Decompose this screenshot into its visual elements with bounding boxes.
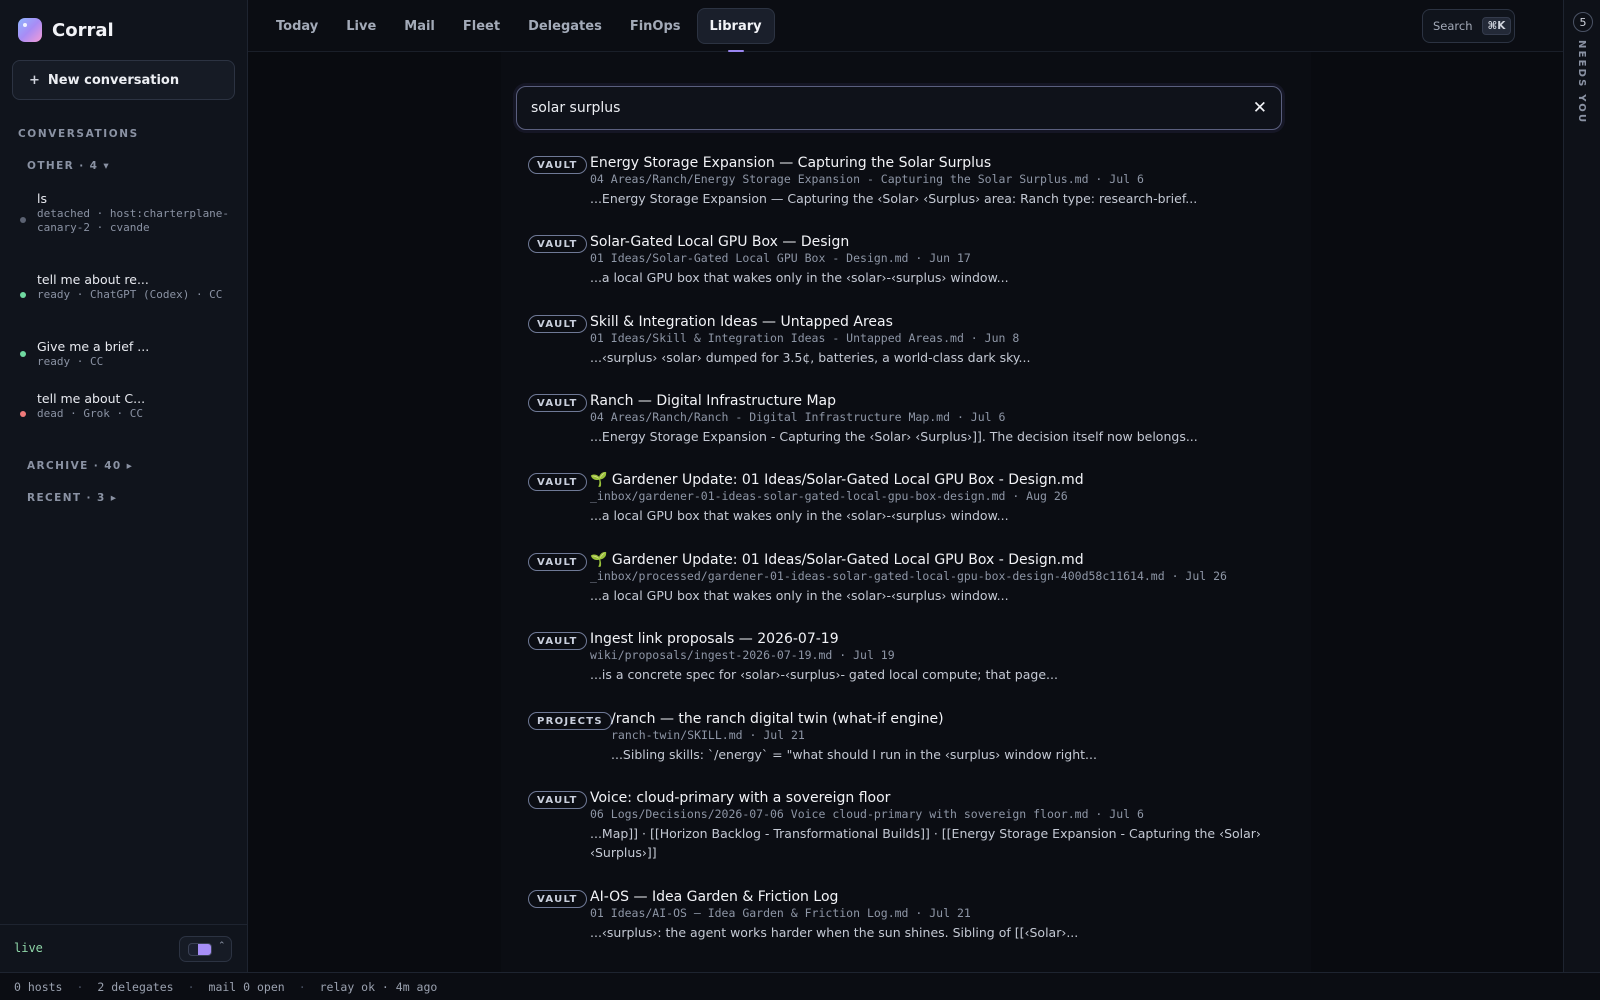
corral-logo-icon: [18, 18, 42, 42]
group-archive-toggle[interactable]: ARCHIVE · 40 ▸: [27, 460, 133, 472]
tab-fleet[interactable]: Fleet: [451, 8, 512, 44]
status-separator: ·: [298, 979, 306, 994]
plus-icon: +: [29, 72, 40, 88]
result-title: Ingest link proposals — 2026-07-19: [590, 631, 839, 647]
tab-mail[interactable]: Mail: [392, 8, 447, 44]
status-relay: relay ok · 4m ago: [319, 979, 438, 994]
status-dot: [20, 217, 26, 223]
result-path: 01 Ideas/Skill & Integration Ideas - Unt…: [590, 331, 1020, 345]
result-title: 🌱 Gardener Update: 01 Ideas/Solar-Gated …: [590, 472, 1084, 488]
result-snippet: ...Energy Storage Expansion — Capturing …: [590, 191, 1198, 206]
result-snippet: ...a local GPU box that wakes only in th…: [590, 588, 1009, 603]
search-label: Search: [1433, 19, 1473, 33]
result-path: 01 Ideas/Solar-Gated Local GPU Box - Des…: [590, 251, 971, 265]
result-path: _inbox/processed/gardener-01-ideas-solar…: [590, 569, 1227, 583]
tab-today[interactable]: Today: [264, 8, 330, 44]
result-snippet: ...is a concrete spec for ‹solar›-‹surpl…: [590, 667, 1058, 682]
result-title: Solar-Gated Local GPU Box — Design: [590, 234, 850, 250]
tab-bar: Today Live Mail Fleet Delegates FinOps L…: [264, 8, 775, 44]
status-hosts: 0 hosts: [14, 979, 63, 994]
needs-you-rail[interactable]: 5 NEEDS YOU: [1563, 0, 1600, 972]
result-snippet: ...a local GPU box that wakes only in th…: [590, 508, 1009, 523]
result-path: ranch-twin/SKILL.md · Jul 21: [611, 728, 805, 742]
conversation-meta: detached · host:charterplane-canary-2 · …: [37, 207, 230, 234]
library-main: ✕ VAULT Energy Storage Expansion — Captu…: [248, 52, 1563, 972]
conversation-title: tell me about re...: [37, 272, 149, 287]
caret-up-icon: ⌃: [218, 941, 226, 951]
brand[interactable]: Corral: [18, 18, 114, 42]
source-tag: VAULT: [528, 156, 587, 174]
toggle-track: [188, 943, 212, 956]
status-delegates: 2 delegates: [97, 979, 174, 994]
result-title: AI-OS — Idea Garden & Friction Log: [590, 889, 839, 905]
result-path: _inbox/gardener-01-ideas-solar-gated-loc…: [590, 489, 1068, 503]
result-path: 01 Ideas/AI-OS — Idea Garden & Friction …: [590, 906, 971, 920]
result-title: Energy Storage Expansion — Capturing the…: [590, 155, 992, 171]
result-snippet: ...‹surplus›: the agent works harder whe…: [590, 925, 1079, 940]
top-nav: Today Live Mail Fleet Delegates FinOps L…: [248, 0, 1563, 52]
tab-live[interactable]: Live: [334, 8, 388, 44]
result-title: Voice: cloud-primary with a sovereign fl…: [590, 790, 891, 806]
search-shortcut: ⌘K: [1481, 17, 1512, 35]
group-other-toggle[interactable]: OTHER · 4 ▾: [27, 160, 110, 172]
tab-finops[interactable]: FinOps: [618, 8, 693, 44]
source-tag: VAULT: [528, 890, 587, 908]
group-recent-toggle[interactable]: RECENT · 3 ▸: [27, 492, 117, 504]
conversation-title: tell me about C...: [37, 391, 146, 406]
tab-library[interactable]: Library: [696, 8, 775, 44]
conversation-meta: ready · ChatGPT (Codex) · CC: [37, 288, 223, 301]
result-path: 04 Areas/Ranch/Ranch - Digital Infrastru…: [590, 410, 1006, 424]
result-title: /ranch — the ranch digital twin (what-if…: [611, 711, 944, 727]
new-conversation-label: New conversation: [47, 72, 180, 88]
brand-name: Corral: [52, 19, 114, 41]
status-separator: ·: [187, 979, 195, 994]
status-bar: 0 hosts · 2 delegates · mail 0 open · re…: [0, 972, 1600, 1000]
conversation-meta: ready · CC: [37, 355, 104, 368]
conversations-heading: CONVERSATIONS: [18, 128, 139, 140]
needs-you-label: NEEDS YOU: [1576, 40, 1587, 125]
source-tag: VAULT: [528, 315, 587, 333]
needs-you-count[interactable]: 5: [1573, 12, 1593, 32]
close-icon[interactable]: ✕: [1253, 98, 1267, 118]
conversation-item[interactable]: tell me about C... dead · Grok · CC: [18, 391, 238, 421]
source-tag: VAULT: [528, 394, 587, 412]
conversation-meta: dead · Grok · CC: [37, 407, 143, 420]
result-path: 06 Logs/Decisions/2026-07-06 Voice cloud…: [590, 807, 1144, 821]
conversation-item[interactable]: ls detached · host:charterplane-canary-2…: [18, 191, 238, 235]
result-title: Ranch — Digital Infrastructure Map: [590, 393, 836, 409]
status-dot: [20, 351, 26, 357]
library-search-input[interactable]: [517, 87, 1217, 129]
source-tag: VAULT: [528, 235, 587, 253]
library-search: ✕: [516, 86, 1282, 130]
status-dot: [20, 292, 26, 298]
result-snippet: ...‹surplus› ‹solar› dumped for 3.5¢, ba…: [590, 350, 1031, 365]
status-dot: [20, 411, 26, 417]
source-tag: VAULT: [528, 791, 587, 809]
source-tag: VAULT: [528, 553, 587, 571]
status-mail: mail 0 open: [208, 979, 285, 994]
theme-toggle[interactable]: ⌃: [179, 936, 232, 962]
result-snippet: ...a local GPU box that wakes only in th…: [590, 270, 1009, 285]
conversation-title: Give me a brief ...: [37, 339, 150, 354]
result-path: 04 Areas/Ranch/Energy Storage Expansion …: [590, 172, 1144, 186]
sidebar: Corral + New conversation CONVERSATIONS …: [0, 0, 248, 972]
result-title: 🌱 Gardener Update: 01 Ideas/Solar-Gated …: [590, 552, 1084, 568]
sidebar-footer: live ⌃: [0, 924, 248, 972]
live-indicator: live: [14, 941, 43, 955]
status-separator: ·: [76, 979, 84, 994]
source-tag: PROJECTS: [528, 712, 612, 730]
result-title: Skill & Integration Ideas — Untapped Are…: [590, 314, 893, 330]
result-snippet: ...Map]] · [[Horizon Backlog - Transform…: [590, 826, 1261, 860]
conversation-item[interactable]: tell me about re... ready · ChatGPT (Cod…: [18, 272, 238, 302]
result-snippet: ...Energy Storage Expansion - Capturing …: [590, 429, 1198, 444]
result-path: wiki/proposals/ingest-2026-07-19.md · Ju…: [590, 648, 895, 662]
source-tag: VAULT: [528, 632, 587, 650]
tab-delegates[interactable]: Delegates: [516, 8, 614, 44]
conversation-item[interactable]: Give me a brief ... ready · CC: [18, 339, 238, 369]
result-snippet: ...Sibling skills: `/energy` = "what sho…: [611, 747, 1097, 762]
global-search-button[interactable]: Search ⌘K: [1422, 9, 1515, 43]
new-conversation-button[interactable]: + New conversation: [12, 60, 235, 100]
source-tag: VAULT: [528, 473, 587, 491]
conversation-title: ls: [37, 191, 47, 206]
